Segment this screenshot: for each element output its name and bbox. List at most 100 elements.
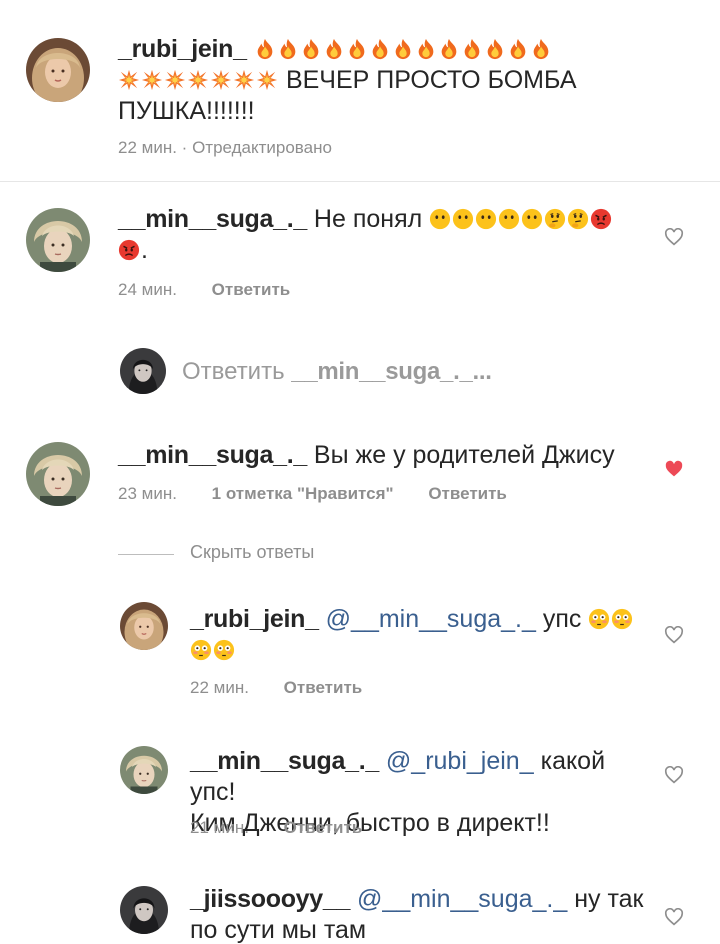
hide-replies-label: Скрыть ответы [190,542,315,562]
avatar-image [120,348,166,394]
timestamp: 24 мин. [118,280,177,299]
fire-icon [323,38,345,60]
username-link[interactable]: _jiissoooyy__ [190,885,350,913]
collision-icon [187,69,209,91]
reply-body-line2: по сути мы там [190,916,367,944]
collision-icon [233,69,255,91]
flushed-face-icon [213,639,235,661]
fire-icon [300,38,322,60]
timestamp: 21 мин. [190,818,249,837]
username-link[interactable]: __min__suga_._ [118,205,307,233]
avatar[interactable] [120,602,168,650]
fire-icon [277,38,299,60]
comment-body: Не понял [313,205,423,233]
collision-icon [210,69,232,91]
username-link[interactable]: __min__suga_._ [118,441,307,469]
flushed-face-icon [611,608,633,630]
reply-button[interactable]: Ответить [212,280,291,299]
timestamp: 22 мин. [190,678,249,697]
collision-icon [164,69,186,91]
reply-meta: 21 мин. Ответить [190,818,362,838]
mention-link[interactable]: @_rubi_jein_ [386,747,534,775]
reply-item: _jiissoooyy__ @__min__suga_._ ну так по … [0,882,720,944]
avatar-image [120,886,168,934]
collision-icon [256,69,278,91]
reply-body: упс [542,605,582,633]
thinking-face-icon [567,208,589,230]
reply-placeholder-user: __min__suga_._... [291,358,492,385]
post-caption: _rubi_jein_ ВЕЧЕР ПРОСТО БОМБА ПУШКА!!!!… [0,0,720,182]
divider-line [118,554,174,555]
emoji-row-2 [190,635,236,666]
like-heart-icon[interactable] [664,228,684,246]
mention-link[interactable]: @__min__suga_._ [326,605,536,633]
reply-placeholder[interactable]: Ответить __min__suga_._... [182,356,492,387]
reply-button[interactable]: Ответить [284,678,363,697]
comment-meta: 24 мин. Ответить [118,280,290,300]
edited-label: Отредактировано [192,138,332,157]
comment-item: __min__suga_._ Вы же у родителей Джису 2… [0,432,720,522]
reply-button[interactable]: Ответить [284,818,363,837]
mention-link[interactable]: @__min__suga_._ [357,885,567,913]
reply-button[interactable]: Ответить [428,484,507,503]
reply-item: _rubi_jein_ @__min__suga_._ упс 22 мин. … [0,596,720,706]
likes-count[interactable]: 1 отметка "Нравится" [212,484,394,503]
fire-emoji-row [254,34,553,65]
emoji-row [588,604,634,635]
avatar-image [120,746,168,794]
fire-icon [415,38,437,60]
comment-body: Вы же у родителей Джису [313,441,615,469]
caption-meta: 22 мин. · Отредактировано [118,138,332,158]
reply-meta: 22 мин. Ответить [190,678,362,698]
username-link[interactable]: _rubi_jein_ [118,35,247,63]
caption-body: ВЕЧЕР ПРОСТО БОМБА [285,66,577,94]
fire-icon [484,38,506,60]
fire-icon [254,38,276,60]
collision-icon [118,69,140,91]
avatar[interactable] [26,442,90,506]
avatar[interactable] [26,208,90,272]
username-link[interactable]: _rubi_jein_ [190,605,319,633]
fire-icon [530,38,552,60]
face-without-mouth-icon [429,208,451,230]
avatar-image [26,38,90,102]
avatar[interactable] [26,38,90,102]
collision-emoji-row [118,65,279,96]
flushed-face-icon [190,639,212,661]
timestamp: 23 мин. [118,484,177,503]
like-heart-icon[interactable] [664,626,684,644]
liked-heart-icon[interactable] [664,460,684,478]
fire-icon [392,38,414,60]
avatar-image [120,602,168,650]
avatar[interactable] [120,886,168,934]
fire-icon [438,38,460,60]
face-without-mouth-icon [452,208,474,230]
comment-text: __min__suga_._ Вы же у родителей Джису [118,440,648,471]
fire-icon [507,38,529,60]
avatar-image [26,442,90,506]
reply-placeholder-prefix: Ответить [182,358,285,385]
like-heart-icon[interactable] [664,766,684,784]
face-without-mouth-icon [498,208,520,230]
emoji-row-2 [118,235,141,266]
thinking-face-icon [544,208,566,230]
fire-icon [346,38,368,60]
reply-item: __min__suga_._ @_rubi_jein_ какой упс! К… [0,742,720,852]
fire-icon [369,38,391,60]
fire-icon [461,38,483,60]
like-heart-icon[interactable] [664,908,684,926]
comment-text: __min__suga_._ Не понял . [118,204,648,266]
own-avatar [120,348,166,394]
reply-text: _rubi_jein_ @__min__suga_._ упс [190,604,650,666]
emoji-row [429,204,613,235]
avatar-image [26,208,90,272]
face-without-mouth-icon [521,208,543,230]
timestamp: 22 мин. [118,138,177,157]
reply-body: ну так [574,885,644,913]
meta-separator: · [181,138,193,157]
avatar[interactable] [120,746,168,794]
angry-face-icon [590,208,612,230]
caption-body-line2: ПУШКА!!!!!!! [118,97,255,125]
username-link[interactable]: __min__suga_._ [190,747,379,775]
caption-text: _rubi_jein_ ВЕЧЕР ПРОСТО БОМБА ПУШКА!!!!… [118,34,678,127]
